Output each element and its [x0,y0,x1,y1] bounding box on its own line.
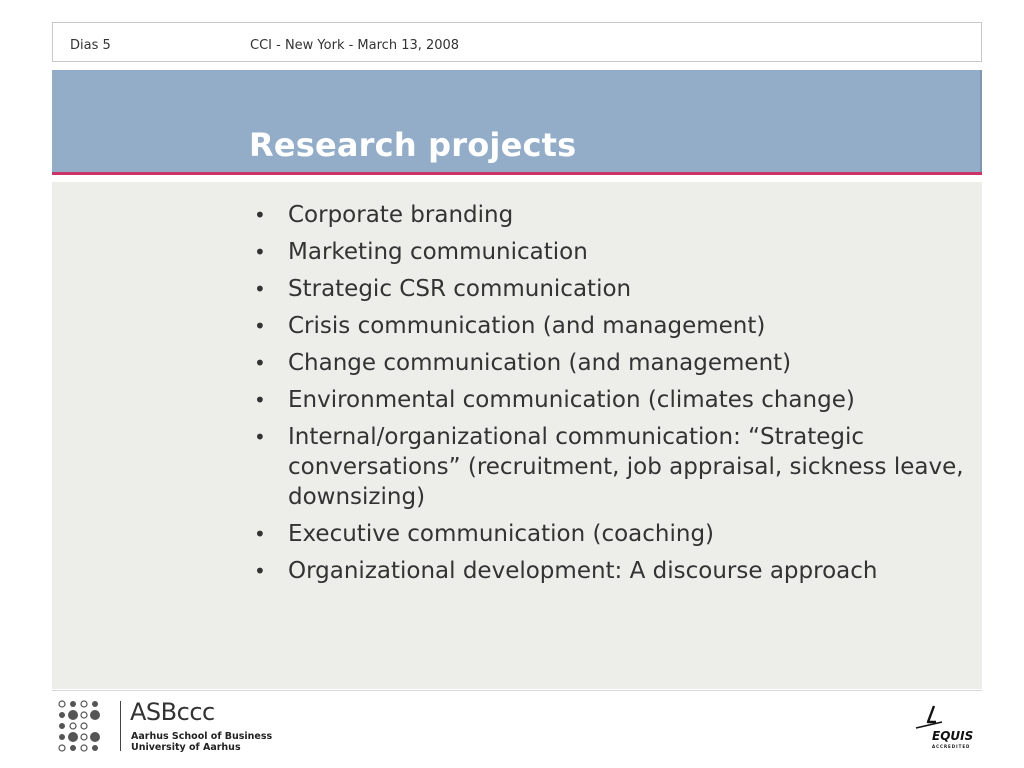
bullet-text: Organizational development: A discourse … [288,558,878,584]
bullet-text: Crisis communication (and management) [288,313,766,339]
bullet-text: Executive communication (coaching) [288,521,715,547]
bullet-item: • Internal/organizational communication: … [250,422,970,512]
equis-logo-icon: EQUIS ACCREDITED [915,705,973,749]
bullet-text: Internal/organizational communication: “… [288,424,964,510]
university-name: University of Aarhus [131,742,241,753]
bullet-icon: • [254,240,266,264]
title-band-shade [980,70,982,172]
asb-dots-grid-logo-icon [58,700,100,752]
bullet-icon: • [254,425,266,449]
title-band: Research projects [52,70,982,172]
bullet-list: • Corporate branding • Marketing communica… [250,200,970,593]
equis-logo-text: EQUIS [932,729,973,743]
bullet-item: • Environmental communication (climates c… [250,385,970,415]
bullet-item: • Organizational development: A discourse… [250,556,970,586]
equis-accredited-text: ACCREDITED [932,744,970,749]
bullet-text: Marketing communication [288,239,588,265]
slide-title: Research projects [249,126,577,164]
bullet-item: • Marketing communication [250,237,970,267]
slide-number: Dias 5 [70,38,111,53]
bullet-icon: • [254,277,266,301]
footer-rule [52,690,982,691]
bullet-item: • Strategic CSR communication [250,274,970,304]
logo-divider [120,701,121,751]
event-label: CCI - New York - March 13, 2008 [250,38,460,53]
title-accent-line [52,172,982,175]
brand-name: ASBccc [130,698,215,726]
bullet-icon: • [254,314,266,338]
bullet-text: Change communication (and management) [288,350,792,376]
bullet-icon: • [254,351,266,375]
bullet-icon: • [254,559,266,583]
bullet-item: • Executive communication (coaching) [250,519,970,549]
bullet-text: Environmental communication (climates ch… [288,387,855,413]
school-name: Aarhus School of Business [131,731,273,742]
bullet-icon: • [254,203,266,227]
bullet-icon: • [254,522,266,546]
bullet-text: Strategic CSR communication [288,276,632,302]
bullet-item: • Change communication (and management) [250,348,970,378]
bullet-icon: • [254,388,266,412]
bullet-item: • Crisis communication (and management) [250,311,970,341]
slide-header: Dias 5 CCI - New York - March 13, 2008 [52,22,982,62]
bullet-text: Corporate branding [288,202,514,228]
content-area: • Corporate branding • Marketing communica… [52,182,982,689]
bullet-item: • Corporate branding [250,200,970,230]
